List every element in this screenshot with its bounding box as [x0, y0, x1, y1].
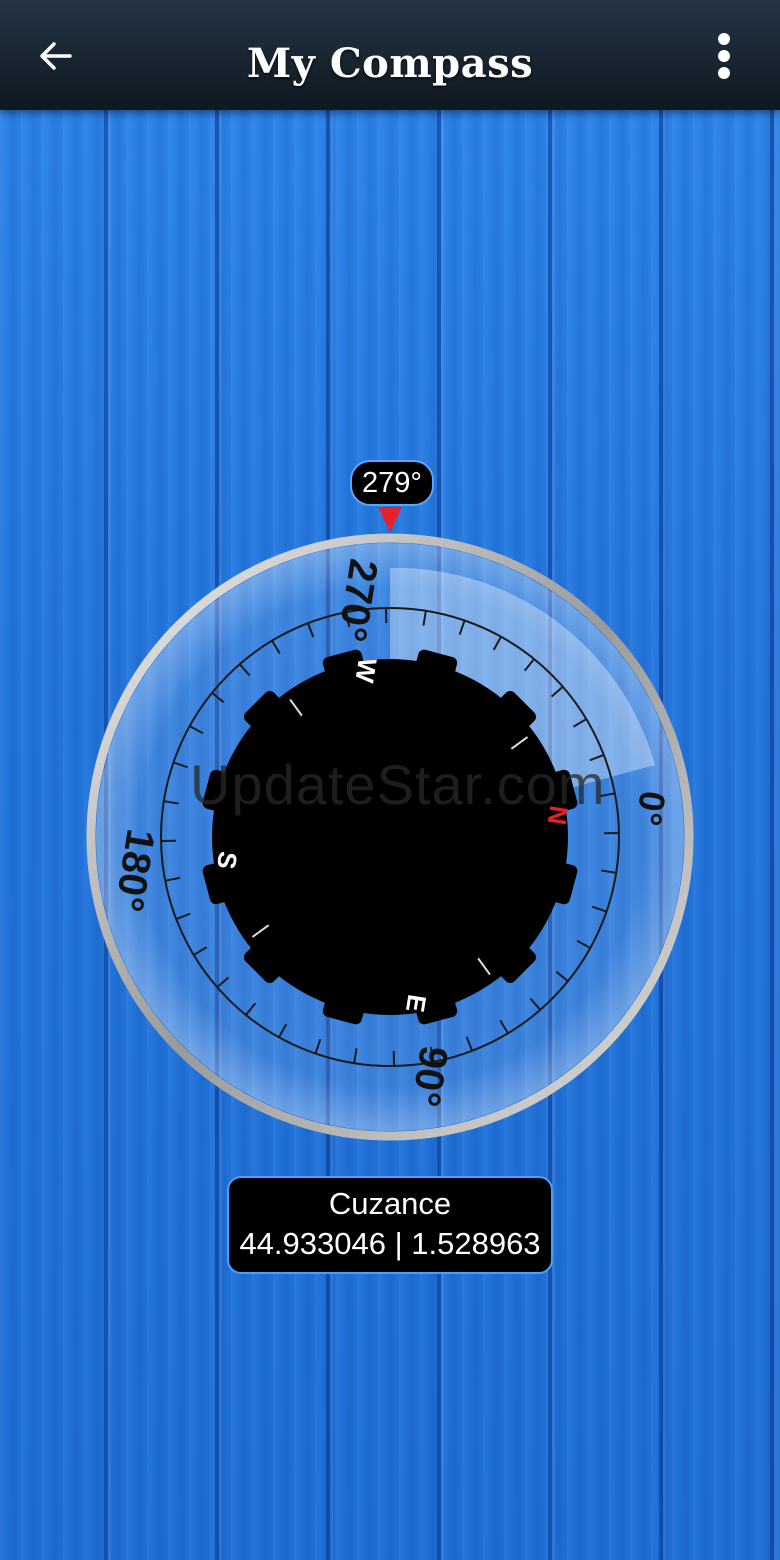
app-bar: My Compass [0, 0, 780, 110]
page-title: My Compass [246, 40, 534, 87]
arrow-left-icon [40, 42, 72, 70]
location-name: Cuzance [328, 1186, 452, 1221]
more-vert-icon [718, 33, 730, 79]
location-coordinates: 44.933046 | 1.528963 [239, 1226, 541, 1261]
heading-badge: 279° [350, 460, 434, 506]
watermark-text: UpdateStar.com [190, 753, 606, 816]
location-panel: Cuzance 44.933046 | 1.528963 [227, 1176, 553, 1274]
overflow-menu-button[interactable] [700, 28, 748, 84]
back-button[interactable] [30, 30, 82, 82]
